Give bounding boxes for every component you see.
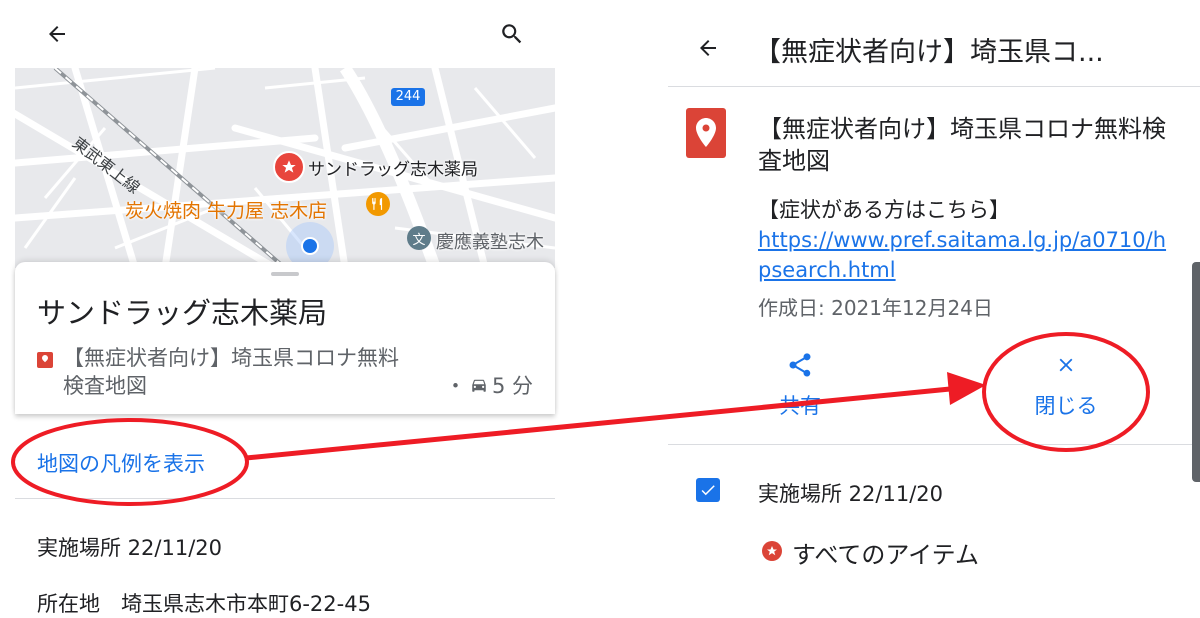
search-button[interactable] <box>492 14 532 54</box>
back-button-right[interactable] <box>688 28 728 68</box>
address-info: 所在地 埼玉県志木市本町6-22-45 <box>37 592 371 616</box>
layer-name-line2: 検査地図 <box>63 374 147 398</box>
back-button[interactable] <box>37 14 77 54</box>
back-arrow-icon <box>700 40 716 56</box>
map-pin-icon <box>37 352 53 368</box>
layer-name-line1: 【無症状者向け】埼玉県コロナ無料 <box>63 346 399 370</box>
close-button[interactable]: 閉じる <box>1016 348 1116 420</box>
restaurant-icon <box>372 198 383 210</box>
all-items-label[interactable]: すべてのアイテム <box>792 535 979 570</box>
header-divider <box>668 86 1200 87</box>
all-items-marker <box>762 541 782 561</box>
map-pin-icon <box>686 108 726 158</box>
scrollbar[interactable] <box>1192 262 1200 482</box>
drag-handle[interactable] <box>271 272 299 276</box>
star-icon <box>282 160 296 173</box>
share-icon <box>789 353 811 377</box>
share-button[interactable]: 共有 <box>750 348 850 420</box>
implementation-info: 実施場所 22/11/20 <box>37 536 222 560</box>
actions-divider <box>668 444 1200 445</box>
close-icon <box>1059 358 1073 372</box>
road-number-label: 244 <box>395 89 421 104</box>
eta-separator: ・ <box>444 374 466 398</box>
location-dot-icon <box>303 239 317 253</box>
back-arrow-icon <box>49 26 65 42</box>
travel-time: ・ 5 分 <box>445 370 533 400</box>
eta-text: 5 分 <box>491 374 533 398</box>
description-link[interactable]: https://www.pref.saitama.lg.jp/a0710/hps… <box>758 225 1168 285</box>
star-icon <box>767 546 777 556</box>
search-icon <box>502 24 522 44</box>
show-legend-link[interactable]: 地図の凡例を表示 <box>37 448 205 478</box>
map-title: 【無症状者向け】埼玉県コロナ無料検査地図 <box>758 115 1166 175</box>
right-screen: 【無症状者向け】埼玉県コ... 【無症状者向け】埼玉県コロナ無料検査地図 【症状… <box>668 0 1200 616</box>
school-marker[interactable]: 文 <box>407 226 431 250</box>
left-screen: 244 東武東上線 サンドラッグ志木薬局 炭火焼肉 牛力屋 志木店 文 慶應義塾… <box>0 0 570 616</box>
header-title: 【無症状者向け】埼玉県コ... <box>754 37 1104 68</box>
place-name: サンドラッグ志木薬局 <box>37 296 328 330</box>
share-label: 共有 <box>779 394 821 418</box>
school-map-label: 慶應義塾志木 <box>436 232 544 253</box>
place-bottom-sheet[interactable]: サンドラッグ志木薬局 【無症状者向け】埼玉県コロナ無料 検査地図 ・ 5 分 <box>15 262 555 414</box>
restaurant-map-label: 炭火焼肉 牛力屋 志木店 <box>125 200 328 222</box>
close-label: 閉じる <box>1034 394 1098 418</box>
created-date: 作成日: 2021年12月24日 <box>758 296 993 320</box>
layer-name: 実施場所 22/11/20 <box>758 482 943 506</box>
map-description: 【症状がある方はこちら】 https://www.pref.saitama.lg… <box>758 195 1168 285</box>
layer-checkbox[interactable] <box>696 478 720 502</box>
description-line: 【症状がある方はこちら】 <box>758 198 1010 222</box>
divider <box>15 498 555 499</box>
car-icon <box>472 379 486 392</box>
school-icon: 文 <box>412 232 426 248</box>
pharmacy-map-label: サンドラッグ志木薬局 <box>308 160 478 180</box>
pharmacy-marker[interactable] <box>273 151 305 183</box>
checkbox-icon <box>701 485 715 496</box>
map-view[interactable]: 244 東武東上線 サンドラッグ志木薬局 炭火焼肉 牛力屋 志木店 文 慶應義塾… <box>15 68 555 268</box>
restaurant-marker[interactable] <box>366 192 390 216</box>
